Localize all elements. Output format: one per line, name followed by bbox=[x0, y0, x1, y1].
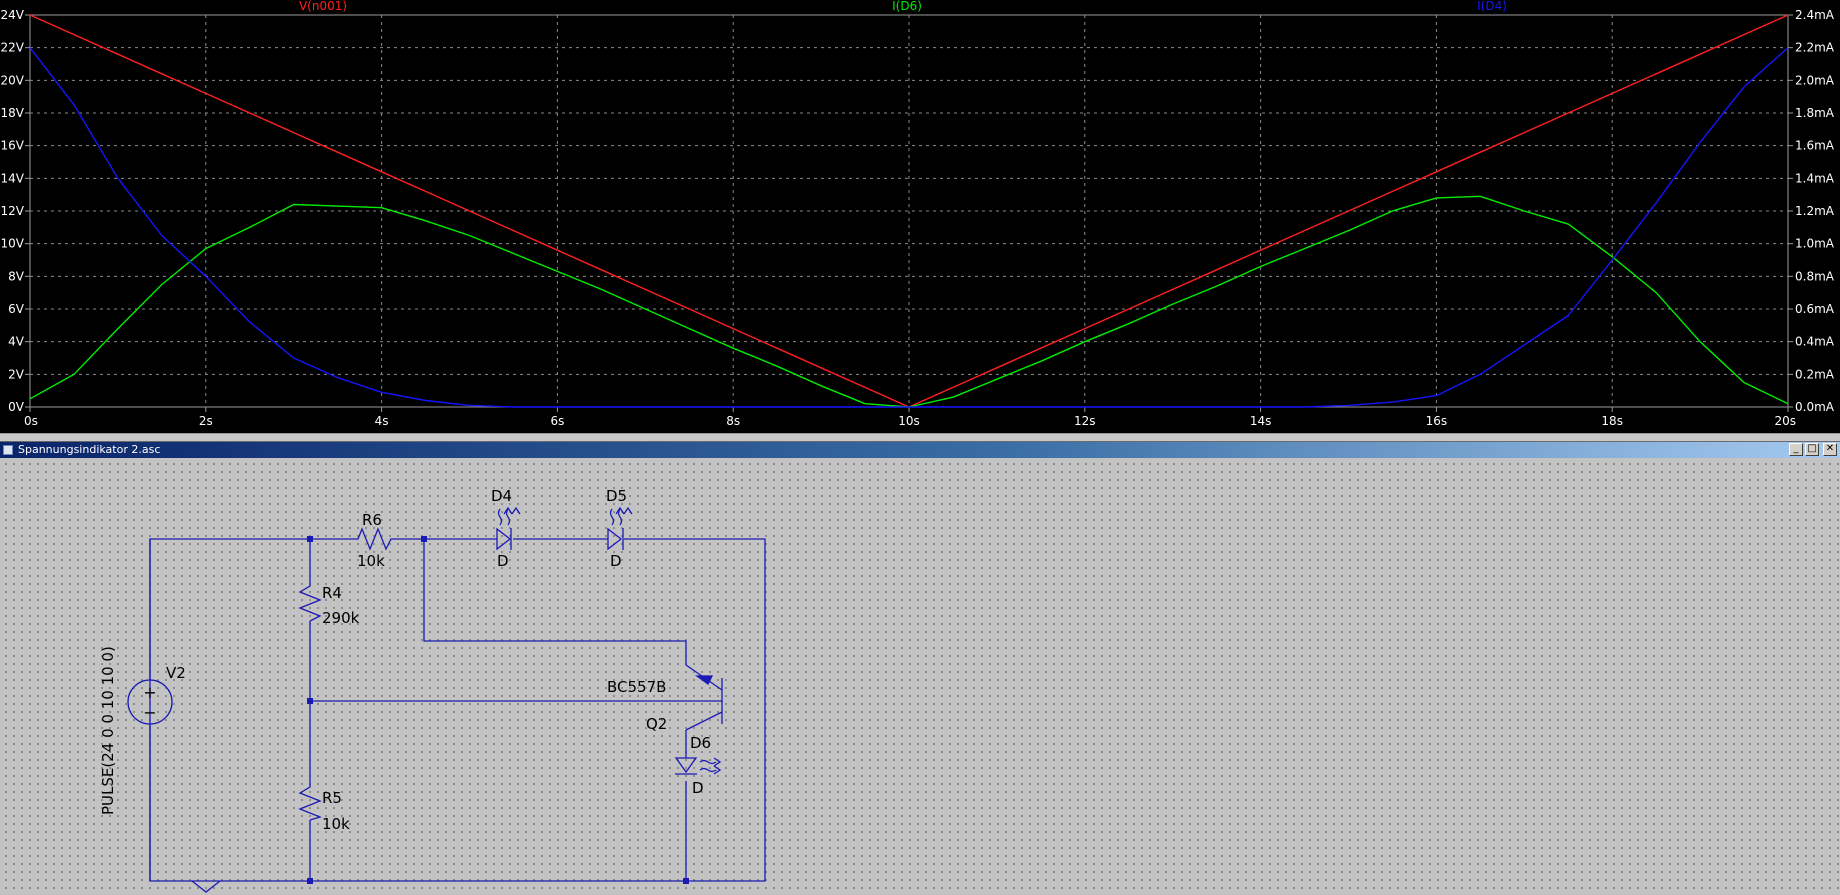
y-right-tick-label: 1.0mA bbox=[1795, 237, 1835, 251]
x-tick-label: 12s bbox=[1074, 414, 1096, 428]
y-left-tick-label: 4V bbox=[8, 335, 25, 349]
schematic-window[interactable]: Spannungsindikator 2.asc _ □ ✕ + − R6 10… bbox=[0, 442, 1840, 895]
schematic-drawing: + − R6 10k D4 D D5 D R4 290k V2 PULSE(24… bbox=[99, 487, 766, 893]
plot-trace-titles: V(n001) I(D6) I(D4) bbox=[299, 0, 1507, 13]
resistor-r6[interactable] bbox=[352, 527, 395, 551]
y-right-tick-label: 0.4mA bbox=[1795, 335, 1835, 349]
y-right-tick-label: 1.2mA bbox=[1795, 204, 1835, 218]
close-button[interactable]: ✕ bbox=[1823, 443, 1837, 456]
v2-source-spec: PULSE(24 0 0 10 10 0) bbox=[99, 646, 117, 815]
junction-dot bbox=[683, 878, 689, 884]
r4-value: 290k bbox=[322, 609, 360, 627]
r5-value: 10k bbox=[322, 815, 350, 833]
y-right-tick-label: 1.4mA bbox=[1795, 171, 1835, 185]
v2-plus-sign: + bbox=[143, 683, 156, 702]
plot-axes: 0s 2s 4s 6s 8s 10s 12s 14s 16s 18s 20s 0V 2V 4V 6V 8V 10… bbox=[1, 8, 1835, 428]
waveform-plot-svg: 0s 2s 4s 6s 8s 10s 12s 14s 16s 18s 20s 0V 2V 4V 6V 8V 10… bbox=[1, 0, 1835, 428]
x-tick-label: 16s bbox=[1426, 414, 1448, 428]
ground-symbol[interactable] bbox=[191, 880, 221, 893]
led-d4[interactable] bbox=[496, 506, 521, 551]
y-right-tick-label: 0.8mA bbox=[1795, 269, 1835, 283]
y-right-tick-label: 2.4mA bbox=[1795, 8, 1835, 22]
wire-emitter[interactable] bbox=[423, 539, 687, 665]
d4-model: D bbox=[497, 552, 509, 570]
v2-label: V2 bbox=[166, 664, 186, 682]
q2-model: BC557B bbox=[607, 678, 666, 696]
junction-dot bbox=[307, 878, 313, 884]
q2-label: Q2 bbox=[646, 715, 667, 733]
y-left-tick-label: 8V bbox=[8, 269, 25, 283]
wire-left[interactable] bbox=[149, 538, 310, 882]
trace-title-id6: I(D6) bbox=[892, 0, 922, 13]
r5-label: R5 bbox=[322, 789, 342, 807]
junction-dot bbox=[307, 536, 313, 542]
y-right-tick-label: 0.0mA bbox=[1795, 400, 1835, 414]
y-right-tick-label: 2.0mA bbox=[1795, 73, 1835, 87]
y-left-tick-label: 6V bbox=[8, 302, 25, 316]
junction-dot bbox=[307, 698, 313, 704]
resistor-r4[interactable] bbox=[298, 582, 322, 622]
y-right-tick-label: 0.2mA bbox=[1795, 367, 1835, 381]
r6-value: 10k bbox=[357, 552, 385, 570]
led-d5[interactable] bbox=[607, 506, 633, 551]
x-tick-label: 2s bbox=[199, 414, 213, 428]
y-left-tick-label: 0V bbox=[8, 400, 25, 414]
junction-dot bbox=[421, 536, 427, 542]
waveform-plot[interactable]: 0s 2s 4s 6s 8s 10s 12s 14s 16s 18s 20s 0V 2V 4V 6V 8V 10… bbox=[0, 0, 1840, 433]
x-tick-label: 8s bbox=[726, 414, 740, 428]
y-right-tick-label: 1.8mA bbox=[1795, 106, 1835, 120]
maximize-button[interactable]: □ bbox=[1805, 443, 1819, 456]
r4-label: R4 bbox=[322, 584, 342, 602]
x-tick-label: 14s bbox=[1250, 414, 1272, 428]
x-tick-label: 6s bbox=[550, 414, 564, 428]
y-left-tick-label: 14V bbox=[1, 171, 25, 185]
x-tick-label: 10s bbox=[898, 414, 920, 428]
d6-label: D6 bbox=[690, 734, 711, 752]
trace-title-vn001: V(n001) bbox=[299, 0, 347, 13]
schematic-doc-icon bbox=[3, 445, 13, 455]
y-left-tick-label: 20V bbox=[1, 73, 25, 87]
trace-title-id4: I(D4) bbox=[1477, 0, 1507, 13]
minimize-button[interactable]: _ bbox=[1789, 443, 1803, 456]
x-tick-label: 4s bbox=[375, 414, 389, 428]
x-tick-label: 18s bbox=[1601, 414, 1623, 428]
junctions bbox=[307, 536, 689, 884]
v2-minus-sign: − bbox=[143, 703, 156, 722]
y-left-tick-label: 18V bbox=[1, 106, 25, 120]
y-left-tick-label: 22V bbox=[1, 41, 25, 55]
wire-right[interactable] bbox=[624, 538, 766, 882]
pane-splitter[interactable] bbox=[0, 433, 1840, 442]
y-left-tick-label: 16V bbox=[1, 139, 25, 153]
d4-label: D4 bbox=[491, 487, 512, 505]
d5-label: D5 bbox=[606, 487, 627, 505]
y-right-tick-label: 2.2mA bbox=[1795, 41, 1835, 55]
y-left-tick-label: 12V bbox=[1, 204, 25, 218]
y-left-tick-label: 24V bbox=[1, 8, 25, 22]
window-title: Spannungsindikator 2.asc bbox=[18, 443, 161, 456]
y-left-tick-label: 10V bbox=[1, 237, 25, 251]
y-right-tick-label: 1.6mA bbox=[1795, 139, 1835, 153]
y-left-tick-label: 2V bbox=[8, 367, 25, 381]
y-right-tick-label: 0.6mA bbox=[1795, 302, 1835, 316]
r6-label: R6 bbox=[362, 511, 382, 529]
led-d6[interactable] bbox=[674, 757, 722, 775]
transistor-q2[interactable] bbox=[685, 664, 723, 731]
schematic-canvas[interactable]: + − R6 10k D4 D D5 D R4 290k V2 PULSE(24… bbox=[0, 458, 1840, 895]
schematic-wires bbox=[149, 538, 766, 882]
d5-model: D bbox=[610, 552, 622, 570]
resistor-r5[interactable] bbox=[298, 783, 322, 821]
x-tick-label: 20s bbox=[1774, 414, 1796, 428]
x-tick-label: 0s bbox=[24, 414, 38, 428]
d6-model: D bbox=[692, 779, 704, 797]
window-title-bar[interactable]: Spannungsindikator 2.asc _ □ ✕ bbox=[0, 442, 1840, 458]
